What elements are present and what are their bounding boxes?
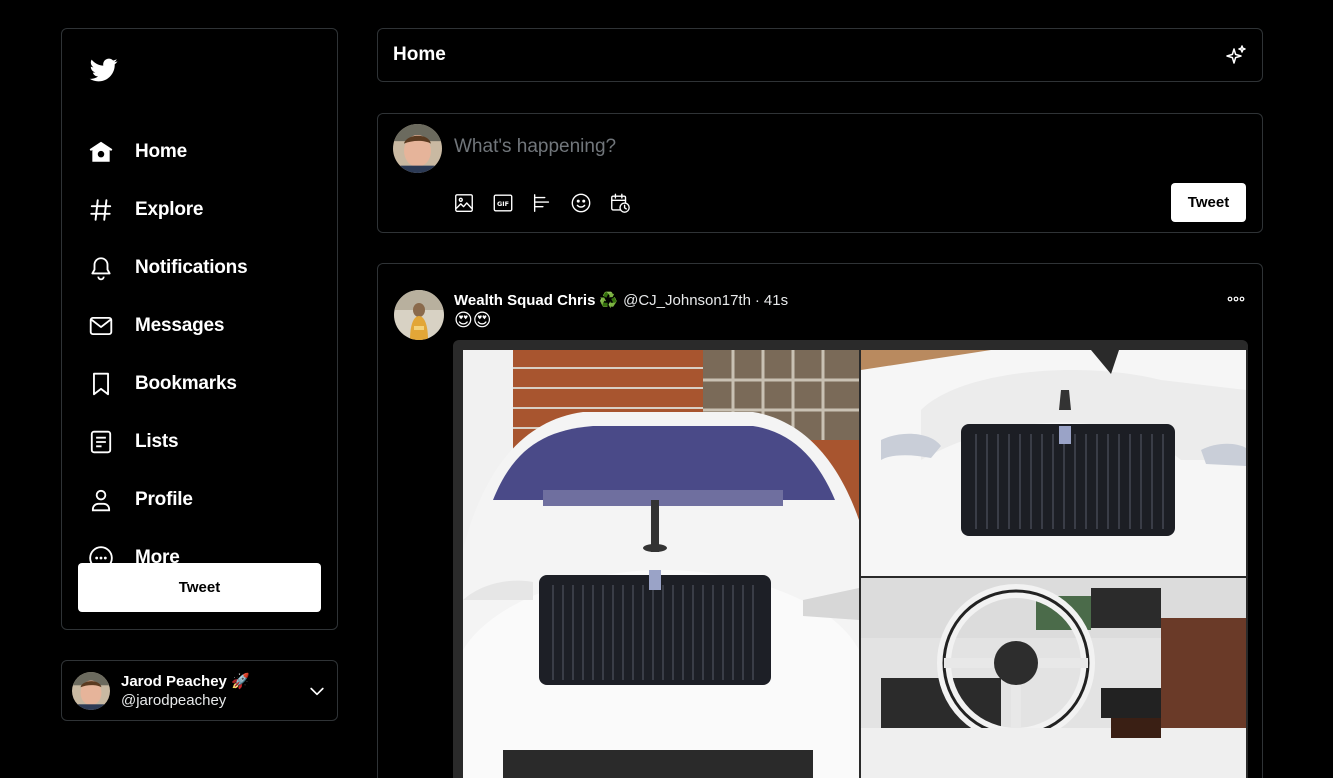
media-photo-1[interactable] [463, 350, 859, 778]
page-header: Home [377, 28, 1263, 82]
sidebar-item-bookmarks[interactable]: Bookmarks [88, 364, 318, 404]
tweet-handle[interactable]: @CJ_Johnson17th [623, 292, 751, 309]
sidebar-item-notifications[interactable]: Notifications [88, 248, 318, 288]
tweet-text: 😍😍 [454, 310, 492, 330]
poll-icon[interactable] [530, 191, 554, 215]
user-icon [88, 487, 114, 513]
media-photo-3[interactable] [861, 578, 1246, 778]
chevron-down-icon[interactable] [307, 681, 327, 701]
account-name: Jarod Peachey 🚀 [121, 672, 250, 690]
avatar [72, 671, 110, 710]
sidebar-item-lists[interactable]: Lists [88, 422, 318, 462]
sidebar-item-label: Bookmarks [135, 373, 237, 394]
account-handle: @jarodpeachey [121, 691, 227, 709]
sidebar-item-profile[interactable]: Profile [88, 480, 318, 520]
gif-icon[interactable]: GIF [491, 191, 515, 215]
envelope-icon [88, 313, 114, 339]
bell-icon [88, 255, 114, 281]
sidebar-item-home[interactable]: Home [88, 132, 318, 172]
tweet-meta: Wealth Squad Chris ♻️ @CJ_Johnson17th · … [454, 291, 788, 310]
hashtag-icon [88, 197, 114, 223]
sidebar-item-label: Home [135, 141, 187, 162]
sidebar-item-messages[interactable]: Messages [88, 306, 318, 346]
sidebar-item-label: Messages [135, 315, 225, 336]
compose-input[interactable] [454, 136, 1154, 158]
tweet-author[interactable]: Wealth Squad Chris [454, 292, 595, 309]
tweet-card[interactable]: Wealth Squad Chris ♻️ @CJ_Johnson17th · … [377, 263, 1263, 778]
sidebar-item-explore[interactable]: Explore [88, 190, 318, 230]
page-title: Home [393, 44, 446, 65]
emoji-icon[interactable] [569, 191, 593, 215]
image-icon[interactable] [452, 191, 476, 215]
tweet-composer: GIF Tweet [377, 113, 1263, 233]
app-root: Home Explore Notifications Messages Book [0, 0, 1333, 778]
svg-text:GIF: GIF [497, 200, 509, 208]
avatar [393, 124, 442, 173]
meta-separator: · [754, 291, 760, 309]
recycle-badge: ♻️ [599, 292, 619, 309]
sidebar: Home Explore Notifications Messages Book [61, 28, 338, 630]
sparkle-icon[interactable] [1224, 44, 1248, 68]
bookmark-icon [88, 371, 114, 397]
avatar[interactable] [394, 290, 444, 340]
sidebar-item-label: Notifications [135, 257, 248, 278]
media-photo-2[interactable] [861, 350, 1246, 576]
sidebar-item-label: Lists [135, 431, 179, 452]
sidebar-item-label: Explore [135, 199, 204, 220]
tweet-timestamp[interactable]: 41s [764, 292, 788, 309]
schedule-icon[interactable] [608, 191, 632, 215]
list-icon [88, 429, 114, 455]
home-icon [88, 139, 114, 165]
account-switcher[interactable]: Jarod Peachey 🚀 @jarodpeachey [61, 660, 338, 721]
more-options-icon[interactable] [1226, 292, 1246, 306]
twitter-logo-icon[interactable] [89, 56, 119, 84]
compose-tweet-button[interactable]: Tweet [1171, 183, 1246, 222]
sidebar-item-label: Profile [135, 489, 193, 510]
account-names: Jarod Peachey 🚀 @jarodpeachey [121, 672, 250, 710]
tweet-media-grid [453, 340, 1248, 778]
sidebar-tweet-button[interactable]: Tweet [78, 563, 321, 612]
